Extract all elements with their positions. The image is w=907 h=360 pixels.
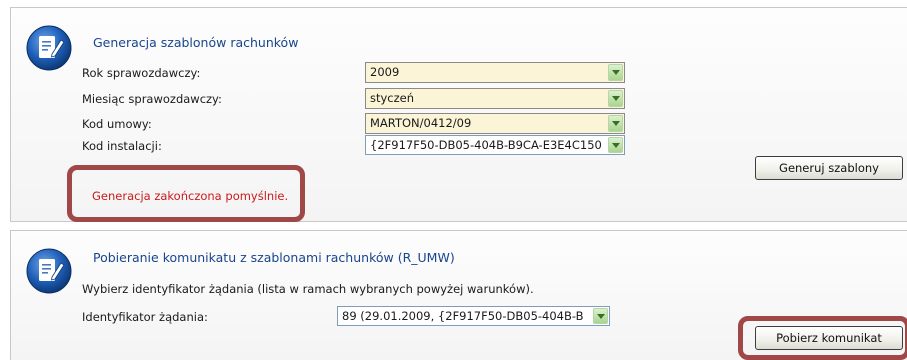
year-select[interactable]: 2009 <box>365 62 625 83</box>
installation-select[interactable]: {2F917F50-DB05-404B-B9CA-E3E4C150 <box>365 135 625 155</box>
contract-select[interactable]: MARTON/0412/09 <box>365 113 625 134</box>
month-select[interactable]: styczeń <box>365 88 625 109</box>
contract-value: MARTON/0412/09 <box>370 116 472 130</box>
chevron-down-icon[interactable] <box>608 115 623 132</box>
chevron-down-icon[interactable] <box>593 308 608 324</box>
download-message-button[interactable]: Pobierz komunikat <box>755 326 903 350</box>
success-message: Generacja zakończona pomyślnie. <box>92 189 289 203</box>
request-id-value: 89 (29.01.2009, {2F917F50-DB05-404B-B <box>342 309 584 323</box>
edit-document-icon <box>26 25 72 71</box>
installation-label: Kod instalacji: <box>82 139 162 153</box>
chevron-down-icon[interactable] <box>608 64 623 81</box>
chevron-down-icon[interactable] <box>608 90 623 107</box>
instruction-text: Wybierz identyfikator żądania (lista w r… <box>82 282 534 296</box>
year-label: Rok sprawozdawczy: <box>82 66 201 80</box>
panel-title: Generacja szablonów rachunków <box>93 35 299 50</box>
installation-value: {2F917F50-DB05-404B-B9CA-E3E4C150 <box>370 138 602 152</box>
edit-document-icon <box>26 248 72 294</box>
month-value: styczeń <box>370 91 415 105</box>
panel-title: Pobieranie komunikatu z szablonami rachu… <box>93 250 455 265</box>
request-id-select[interactable]: 89 (29.01.2009, {2F917F50-DB05-404B-B <box>337 306 610 326</box>
request-id-label: Identyfikator żądania: <box>82 310 208 324</box>
year-value: 2009 <box>370 65 400 79</box>
month-label: Miesiąc sprawozdawczy: <box>82 92 222 106</box>
contract-label: Kod umowy: <box>82 117 152 131</box>
generate-templates-button[interactable]: Generuj szablony <box>755 156 903 180</box>
chevron-down-icon[interactable] <box>608 137 623 153</box>
